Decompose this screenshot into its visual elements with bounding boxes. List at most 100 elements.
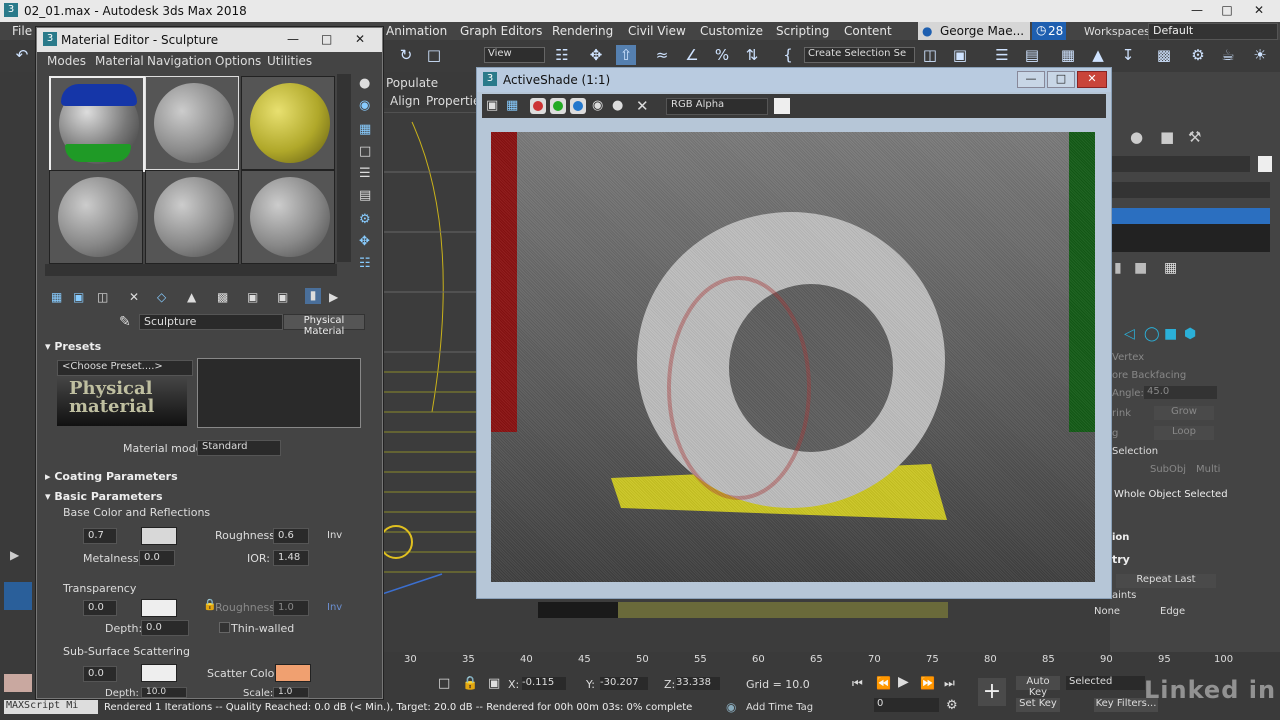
reference-coord-dropdown[interactable]: View bbox=[484, 47, 545, 63]
modifier-stack[interactable] bbox=[1110, 224, 1270, 252]
absolute-mode-icon[interactable]: ▣ bbox=[488, 676, 500, 691]
sample-slot-1[interactable] bbox=[49, 76, 145, 172]
presets-rollout-header[interactable]: ▾ Presets bbox=[45, 340, 375, 353]
x-coord-field[interactable]: -0.115 bbox=[522, 677, 566, 690]
pivot-icon[interactable]: ☷ bbox=[552, 45, 572, 65]
time-config-icon[interactable]: ⚙ bbox=[946, 698, 958, 713]
close-icon[interactable]: ✕ bbox=[1246, 2, 1272, 19]
current-frame-field[interactable]: 0 bbox=[874, 698, 939, 712]
sample-uv-icon[interactable]: □ bbox=[359, 144, 371, 159]
render-production-icon[interactable]: ☕ bbox=[1218, 45, 1238, 65]
percent-snap-icon[interactable]: % bbox=[712, 45, 732, 65]
expand-arrow-icon[interactable]: ▶ bbox=[10, 548, 19, 562]
layer-explorer-icon[interactable]: ☰ bbox=[992, 45, 1012, 65]
render-frame-icon[interactable]: ⚙ bbox=[1188, 45, 1208, 65]
material-map-navigator-icon[interactable]: ☷ bbox=[359, 256, 371, 271]
material-id-icon[interactable]: ▩ bbox=[217, 290, 228, 304]
element-mode-icon[interactable]: ⬢ bbox=[1184, 326, 1196, 342]
schematic-view-icon[interactable]: ▦ bbox=[1058, 45, 1078, 65]
green-channel-toggle[interactable] bbox=[550, 98, 566, 114]
base-color-swatch[interactable] bbox=[141, 527, 177, 545]
snap-toggle-icon[interactable]: ≈ bbox=[652, 45, 672, 65]
menu-graph-editors[interactable]: Graph Editors bbox=[460, 24, 542, 38]
make-preview-icon[interactable]: ▤ bbox=[359, 188, 371, 203]
menu-customize[interactable]: Customize bbox=[700, 24, 763, 38]
menu-options[interactable]: Options bbox=[215, 54, 261, 68]
minimize-icon[interactable]: — bbox=[287, 32, 299, 46]
options-icon[interactable]: ⚙ bbox=[359, 212, 371, 227]
remove-modifier-icon[interactable]: ■ bbox=[1134, 260, 1147, 276]
select-manipulate-icon[interactable]: ✥ bbox=[586, 45, 606, 65]
timeline-ruler[interactable]: 30 35 40 45 50 55 60 65 70 75 80 85 90 9… bbox=[382, 652, 1280, 670]
maxscript-listener[interactable]: MAXScript Mi bbox=[4, 700, 98, 714]
utilities-tab-icon[interactable]: ⚒ bbox=[1188, 128, 1201, 146]
base-weight-spinner[interactable]: 0.7 bbox=[83, 528, 117, 544]
roughness-spinner[interactable]: 0.6 bbox=[273, 528, 309, 544]
scatter-color-swatch[interactable] bbox=[275, 664, 311, 682]
auto-key-button[interactable]: Auto Key bbox=[1016, 676, 1060, 698]
hierarchy-tab-icon[interactable]: ■ bbox=[1160, 128, 1174, 146]
toggle-ribbon-icon[interactable]: ▤ bbox=[1022, 45, 1042, 65]
depth-spinner[interactable]: 0.0 bbox=[141, 620, 189, 636]
angle-field[interactable]: 45.0 bbox=[1144, 386, 1217, 399]
shrink-button[interactable]: rink bbox=[1112, 408, 1131, 419]
selection-set-dropdown[interactable]: Create Selection Se bbox=[804, 47, 915, 63]
repeat-last-button[interactable]: Repeat Last bbox=[1116, 574, 1216, 588]
clear-icon[interactable]: ✕ bbox=[636, 97, 649, 115]
select-by-material-icon[interactable]: ✥ bbox=[359, 234, 370, 249]
keyboard-shortcut-icon[interactable]: ⇧ bbox=[616, 45, 636, 65]
get-material-icon[interactable]: ▦ bbox=[51, 290, 62, 304]
object-color-swatch[interactable] bbox=[1258, 156, 1272, 172]
assign-to-selection-icon[interactable]: ◫ bbox=[97, 290, 108, 304]
transparency-weight-spinner[interactable]: 0.0 bbox=[83, 600, 117, 616]
sss-depth-spinner[interactable]: 10.0 bbox=[141, 687, 187, 698]
reset-map-icon[interactable]: ✕ bbox=[129, 290, 139, 304]
edit-named-sel-icon[interactable]: { bbox=[778, 45, 798, 65]
menu-modes[interactable]: Modes bbox=[47, 54, 86, 68]
ring-button[interactable]: g bbox=[1112, 428, 1118, 439]
background-color-swatch[interactable] bbox=[774, 98, 790, 114]
video-color-check-icon[interactable]: ☰ bbox=[359, 166, 371, 181]
menu-animation[interactable]: Animation bbox=[386, 24, 447, 38]
activeshade-render-canvas[interactable] bbox=[491, 132, 1095, 582]
goto-end-icon[interactable]: ⏭ bbox=[944, 676, 955, 691]
maximize-icon[interactable]: □ bbox=[1214, 2, 1240, 19]
edge-mode-icon[interactable]: ◁ bbox=[1124, 326, 1135, 342]
material-name-field[interactable]: Sculpture bbox=[139, 314, 283, 330]
render-activeshade-icon[interactable]: ☀ bbox=[1250, 45, 1270, 65]
rollout-geometry[interactable]: try bbox=[1112, 553, 1130, 566]
curve-editor-icon[interactable]: ▲ bbox=[1088, 45, 1108, 65]
sample-slot-2[interactable] bbox=[145, 76, 239, 170]
material-mode-dropdown[interactable]: Standard bbox=[197, 440, 281, 456]
spinner-snap-icon[interactable]: ⇅ bbox=[742, 45, 762, 65]
tab-align[interactable]: Align bbox=[390, 94, 420, 108]
z-coord-field[interactable]: 33.338 bbox=[676, 677, 720, 690]
menu-scripting[interactable]: Scripting bbox=[776, 24, 829, 38]
menu-material[interactable]: Material bbox=[95, 54, 144, 68]
coating-rollout-header[interactable]: ▸ Coating Parameters bbox=[45, 470, 375, 483]
blue-channel-toggle[interactable] bbox=[570, 98, 586, 114]
thin-walled-checkbox[interactable] bbox=[219, 622, 230, 633]
material-type-button[interactable]: Physical Material bbox=[283, 314, 365, 337]
copy-image-icon[interactable]: ▦ bbox=[506, 98, 518, 113]
put-to-scene-icon[interactable]: ▣ bbox=[73, 290, 84, 304]
sss-scale-spinner[interactable]: 1.0 bbox=[273, 687, 309, 698]
selection-set-key-dropdown[interactable]: Selected bbox=[1066, 676, 1145, 690]
ior-spinner[interactable]: 1.48 bbox=[273, 550, 309, 566]
prev-frame-icon[interactable]: ⏪ bbox=[876, 676, 891, 690]
isolate-selection-icon[interactable]: □ bbox=[438, 676, 450, 691]
render-setup-icon[interactable]: ▩ bbox=[1154, 45, 1174, 65]
modifier-stack-selected[interactable] bbox=[1110, 208, 1270, 224]
time-tag-icon[interactable]: ◉ bbox=[726, 700, 736, 714]
sample-slot-4[interactable] bbox=[49, 170, 143, 264]
modify-tab-icon[interactable]: ● bbox=[1130, 128, 1143, 146]
sample-type-icon[interactable]: ● bbox=[359, 76, 370, 91]
maximize-icon[interactable]: □ bbox=[321, 32, 332, 46]
trans-inv-toggle[interactable]: Inv bbox=[327, 602, 342, 613]
lock-selection-icon[interactable]: 🔒 bbox=[462, 676, 478, 691]
make-unique-icon[interactable]: ◇ bbox=[157, 290, 166, 304]
activeshade-window[interactable]: 3 ActiveShade (1:1) — □ ✕ ▣ ▦ ◉ ● ✕ RGB … bbox=[476, 67, 1112, 599]
close-icon[interactable]: ✕ bbox=[1077, 71, 1107, 88]
monochrome-icon[interactable]: ● bbox=[612, 98, 623, 113]
save-image-icon[interactable]: ▣ bbox=[486, 98, 498, 113]
